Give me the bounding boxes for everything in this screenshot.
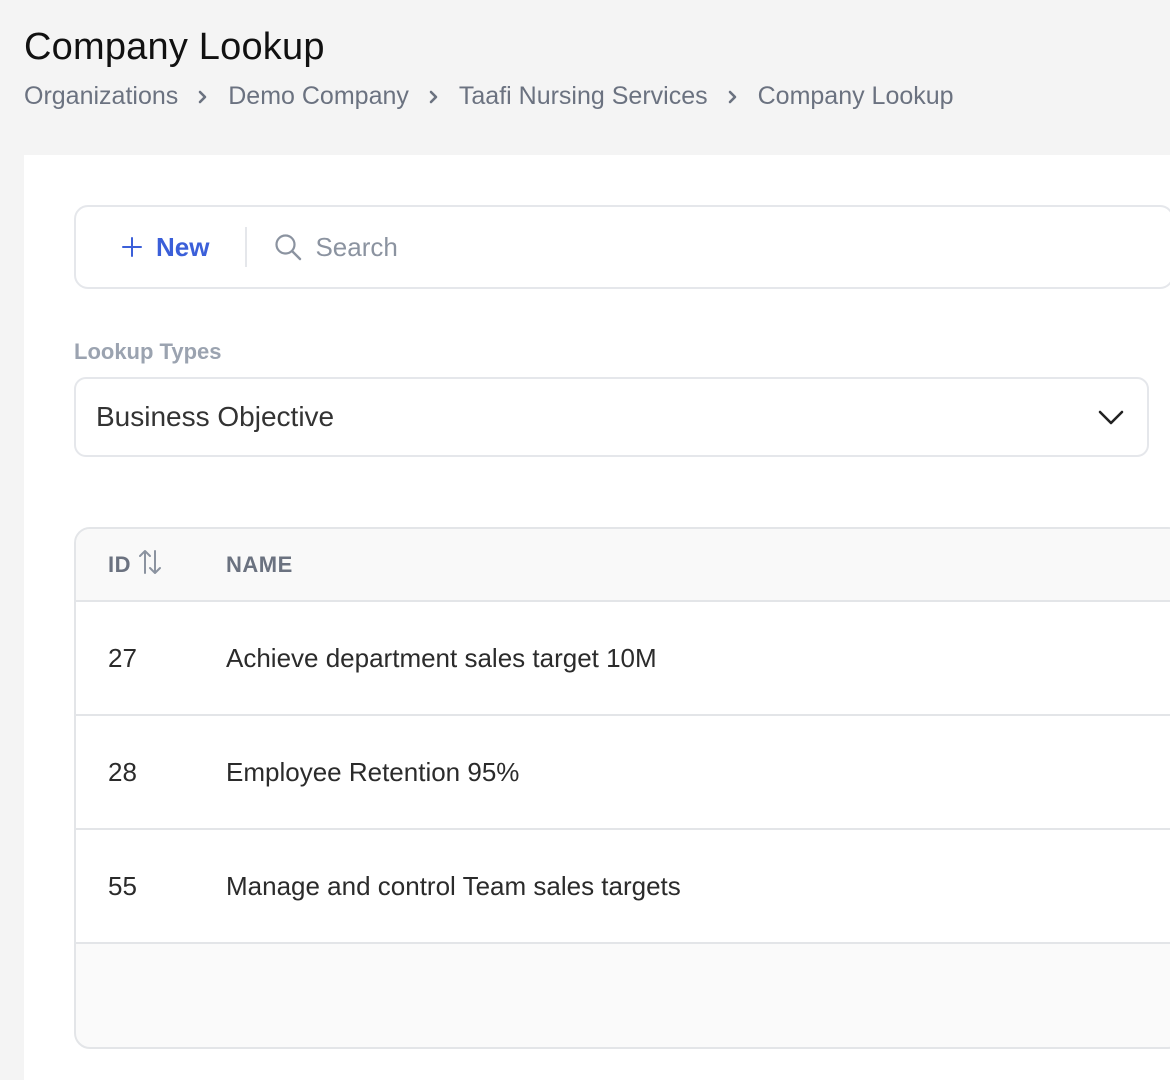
table-header: ID NAME <box>76 529 1170 602</box>
breadcrumb-company-lookup: Company Lookup <box>757 82 954 110</box>
chevron-right-icon <box>178 89 228 105</box>
cell-name: Employee Retention 95% <box>226 756 520 787</box>
lookup-types-select[interactable]: Business Objective <box>74 377 1149 457</box>
cell-id: 55 <box>108 870 137 901</box>
plus-icon <box>122 237 142 257</box>
breadcrumb-taafi-nursing-services[interactable]: Taafi Nursing Services <box>459 82 708 111</box>
sort-icon[interactable] <box>137 547 163 577</box>
page-title: Company Lookup <box>24 26 325 68</box>
toolbar: New <box>74 205 1170 289</box>
column-header-id[interactable]: ID <box>76 549 226 578</box>
lookup-table: ID NAME 27 Achieve department sales targ… <box>74 527 1170 1049</box>
breadcrumb-demo-company[interactable]: Demo Company <box>228 82 409 111</box>
breadcrumb-organizations[interactable]: Organizations <box>24 82 178 111</box>
new-button-label: New <box>156 231 210 262</box>
lookup-types-selected-value: Business Objective <box>96 401 335 432</box>
lookup-types-label: Lookup Types <box>74 339 222 364</box>
main-panel: New Lookup Types Business Objective ID N… <box>24 155 1170 1080</box>
column-header-name: NAME <box>226 551 293 577</box>
chevron-right-icon <box>409 89 459 105</box>
chevron-right-icon <box>708 89 758 105</box>
search-icon <box>275 234 302 261</box>
new-button[interactable]: New <box>120 232 209 263</box>
table-row[interactable]: 55 Manage and control Team sales targets <box>76 830 1170 944</box>
cell-name: Achieve department sales target 10M <box>226 642 657 673</box>
search-input[interactable] <box>315 231 1016 263</box>
table-row[interactable]: 28 Employee Retention 95% <box>76 716 1170 830</box>
table-row[interactable]: 27 Achieve department sales target 10M <box>76 602 1170 716</box>
cell-id: 27 <box>108 642 137 673</box>
cell-id: 28 <box>108 756 137 787</box>
column-header-id-label: ID <box>108 551 131 577</box>
cell-name: Manage and control Team sales targets <box>226 870 681 901</box>
table-body: 27 Achieve department sales target 10M 2… <box>76 602 1170 944</box>
chevron-down-icon <box>1098 410 1124 425</box>
breadcrumb: Organizations Demo Company Taafi Nursing… <box>24 82 954 111</box>
toolbar-divider <box>245 227 248 267</box>
